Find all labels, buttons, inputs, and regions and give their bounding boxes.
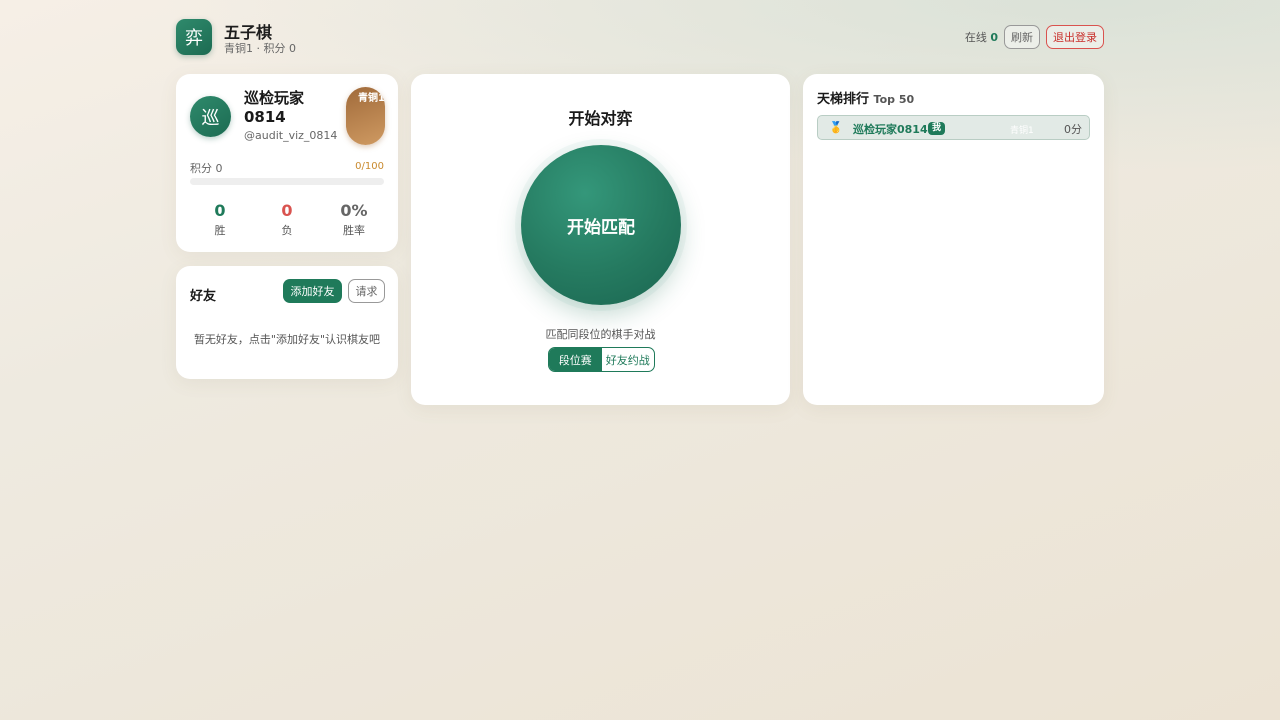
- match-card: 开始对弈 开始匹配 匹配同段位的棋手对战 段位赛 好友约战: [411, 74, 790, 405]
- app-logo: 弈: [176, 19, 212, 55]
- ladder-subtitle: Top 50: [873, 93, 915, 106]
- app-header: 弈 五子棋 青铜1 · 积分 0 在线 0 刷新 退出登录: [176, 19, 1104, 55]
- ladder-player-score: 0分: [1064, 123, 1082, 136]
- add-friend-button[interactable]: 添加好友: [283, 279, 342, 303]
- friends-empty-text: 暂无好友，点击"添加好友"认识棋友吧: [193, 333, 381, 346]
- logout-button[interactable]: 退出登录: [1046, 25, 1104, 49]
- stat-wins: 0 胜: [188, 201, 252, 238]
- online-status: 在线 0: [965, 29, 998, 45]
- wins-label: 胜: [214, 224, 226, 237]
- header-actions: 在线 0 刷新 退出登录: [965, 25, 1104, 49]
- points-label: 积分 0: [190, 162, 223, 175]
- tab-ranked[interactable]: 段位赛: [549, 348, 602, 371]
- win-rate-value: 0%: [340, 201, 368, 220]
- refresh-button[interactable]: 刷新: [1004, 25, 1040, 49]
- player-name: 巡检玩家0814: [244, 89, 305, 126]
- friends-card: 好友 添加好友 请求 暂无好友，点击"添加好友"认识棋友吧: [176, 266, 398, 379]
- ladder-title: 天梯排行 Top 50: [817, 88, 914, 107]
- ladder-player-name: 巡检玩家0814: [853, 123, 928, 136]
- friends-title: 好友: [190, 289, 217, 304]
- ladder-row[interactable]: 🥇 巡检玩家0814 我 青铜1 0分: [817, 115, 1090, 140]
- points-progress-bar: [190, 178, 384, 185]
- match-mode-tabs: 段位赛 好友约战: [548, 347, 655, 372]
- gold-medal-icon: 🥇: [829, 121, 843, 134]
- app-subtitle: 青铜1 · 积分 0: [224, 42, 296, 55]
- losses-value: 0: [281, 201, 293, 220]
- start-match-button[interactable]: 开始匹配: [521, 145, 681, 305]
- friend-requests-button[interactable]: 请求: [348, 279, 385, 303]
- profile-card: 巡 巡检玩家0814 @audit_viz_0814 青铜1 积分 0 0/10…: [176, 74, 398, 252]
- match-description: 匹配同段位的棋手对战: [545, 328, 656, 341]
- stat-win-rate: 0% 胜率: [322, 201, 386, 238]
- match-title: 开始对弈: [568, 109, 633, 128]
- losses-label: 负: [281, 224, 293, 237]
- me-badge: 我: [928, 122, 946, 135]
- ladder-card: 天梯排行 Top 50 🥇 巡检玩家0814 我 青铜1 0分: [803, 74, 1104, 405]
- wins-value: 0: [214, 201, 226, 220]
- rank-badge: 青铜1: [346, 87, 385, 145]
- player-handle: @audit_viz_0814: [244, 129, 338, 142]
- tab-friend-battle[interactable]: 好友约战: [602, 348, 655, 371]
- ladder-title-text: 天梯排行: [817, 92, 870, 107]
- win-rate-label: 胜率: [343, 224, 365, 237]
- avatar: 巡: [190, 96, 231, 137]
- stat-losses: 0 负: [255, 201, 319, 238]
- online-count: 0: [990, 31, 998, 44]
- ladder-player-rank: 青铜1: [1010, 126, 1034, 136]
- points-progress-text: 0/100: [355, 161, 384, 172]
- online-label: 在线: [964, 31, 987, 44]
